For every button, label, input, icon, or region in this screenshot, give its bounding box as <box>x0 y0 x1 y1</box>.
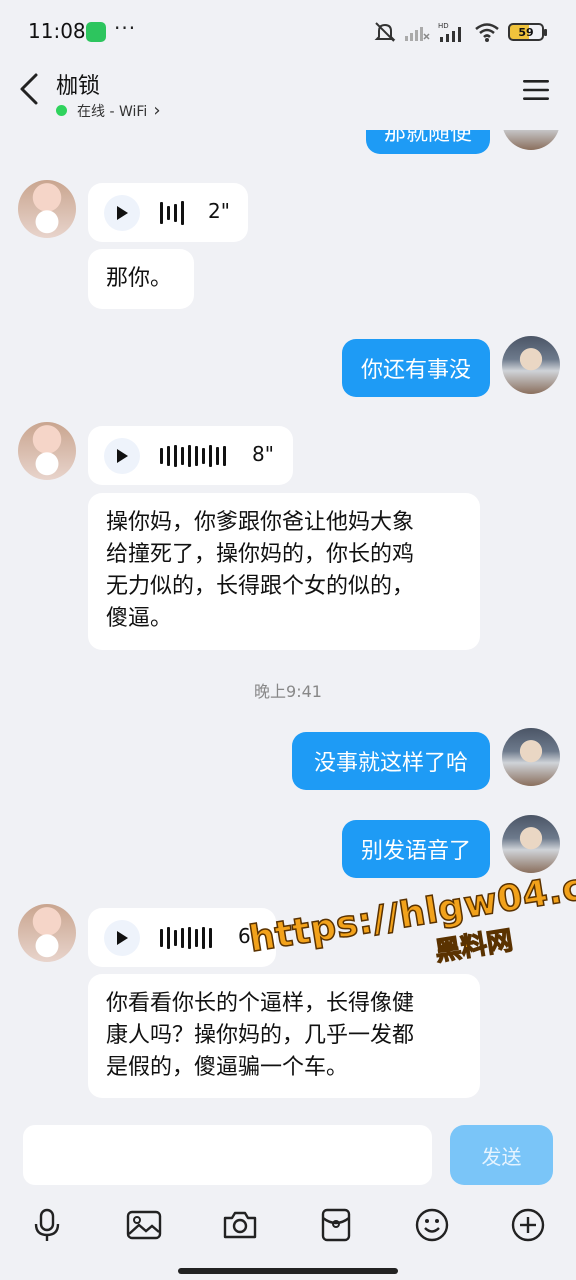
mute-bell-icon <box>374 22 396 42</box>
voice-message[interactable]: 2" <box>88 183 248 242</box>
online-status-text: 在线 - WiFi <box>77 103 148 120</box>
message-line: 是假的，傻逼骗一个车。 <box>106 1055 349 1080</box>
more-notifications-icon: ··· <box>114 16 137 40</box>
message-bubble-incoming[interactable]: 操你妈，你爹跟你爸让他妈大象 给撞死了，操你妈的，你长的鸡 无力似的，长得跟个女… <box>88 493 480 650</box>
contact-avatar[interactable] <box>18 180 76 238</box>
red-packet-icon <box>321 1208 351 1242</box>
message-bubble-outgoing[interactable]: 你还有事没 <box>342 339 490 397</box>
voice-message[interactable]: 8" <box>88 426 293 485</box>
image-icon <box>126 1210 162 1240</box>
menu-button[interactable] <box>522 78 550 102</box>
online-status[interactable]: 在线 - WiFi › <box>56 100 161 121</box>
chat-message-list[interactable]: 那就随便 2" 那你。 你还有事没 8" 操你妈，你爹跟你爸让他妈大象 给撞死了… <box>0 0 576 1110</box>
back-button[interactable] <box>18 72 46 112</box>
message-bubble-outgoing[interactable]: 没事就这样了哈 <box>292 732 490 790</box>
my-avatar[interactable] <box>502 728 560 786</box>
svg-text:HD: HD <box>438 22 449 30</box>
chevron-left-icon <box>20 73 38 105</box>
message-line: 康人吗？操你妈的，几乎一发都 <box>106 1023 415 1048</box>
signal-hd-icon: HD <box>438 22 461 42</box>
message-line: 操你妈，你爹跟你爸让他妈大象 <box>106 510 415 535</box>
my-avatar[interactable] <box>502 815 560 873</box>
play-icon[interactable] <box>104 438 140 474</box>
my-avatar[interactable] <box>502 336 560 394</box>
message-line: 你看看你长的个逼样，长得像健 <box>106 991 415 1016</box>
message-bubble-outgoing[interactable]: 别发语音了 <box>342 820 490 878</box>
wechat-notification-icon <box>86 22 106 42</box>
message-bubble-incoming[interactable]: 那你。 <box>88 249 194 309</box>
signal-weak-icon <box>405 27 430 41</box>
status-time: 11:08 <box>28 19 86 43</box>
voice-waveform-icon <box>160 926 212 950</box>
message-input[interactable] <box>23 1125 432 1185</box>
message-line: 给撞死了，操你妈的，你长的鸡 <box>106 542 415 567</box>
input-area: 发送 <box>0 1110 576 1280</box>
wifi-icon <box>475 23 499 42</box>
image-button[interactable] <box>119 1200 169 1250</box>
online-dot-icon <box>56 105 67 116</box>
voice-waveform-icon <box>160 201 184 225</box>
send-button[interactable]: 发送 <box>450 1125 553 1185</box>
voice-input-button[interactable] <box>22 1200 72 1250</box>
battery-level: 59 <box>518 25 534 39</box>
voice-duration: 2" <box>208 199 230 223</box>
voice-waveform-icon <box>160 444 226 468</box>
plus-icon <box>511 1208 545 1242</box>
chevron-right-icon: › <box>153 100 161 121</box>
timestamp-divider: 晚上9:41 <box>254 682 322 701</box>
status-bar: 11:08 ··· HD 59 <box>0 0 576 62</box>
contact-avatar[interactable] <box>18 904 76 962</box>
play-icon[interactable] <box>104 195 140 231</box>
play-icon[interactable] <box>104 920 140 956</box>
voice-duration: 6" <box>238 924 260 948</box>
input-toolbar <box>0 1200 576 1250</box>
message-text: 那你。 <box>106 266 173 291</box>
message-text: 你还有事没 <box>360 358 471 383</box>
status-icons: HD 59 <box>374 18 547 46</box>
message-line: 无力似的，长得跟个女的似的， <box>106 574 415 599</box>
emoji-icon <box>415 1208 449 1242</box>
home-indicator[interactable] <box>178 1268 398 1274</box>
message-text: 别发语音了 <box>360 839 471 864</box>
message-line: 傻逼。 <box>106 606 173 631</box>
voice-duration: 8" <box>252 442 274 466</box>
microphone-icon <box>34 1208 60 1241</box>
message-text: 没事就这样了哈 <box>313 751 468 776</box>
camera-button[interactable] <box>215 1200 265 1250</box>
more-options-button[interactable] <box>503 1200 553 1250</box>
voice-message[interactable]: 6" <box>88 908 276 967</box>
contact-avatar[interactable] <box>18 422 76 480</box>
emoji-button[interactable] <box>407 1200 457 1250</box>
hamburger-menu-icon <box>523 80 549 100</box>
camera-icon <box>223 1211 257 1239</box>
chat-header: 枷锁 在线 - WiFi › <box>0 62 576 130</box>
red-packet-button[interactable] <box>311 1200 361 1250</box>
battery-icon: 59 <box>508 23 547 41</box>
message-bubble-incoming[interactable]: 你看看你长的个逼样，长得像健 康人吗？操你妈的，几乎一发都 是假的，傻逼骗一个车… <box>88 974 480 1098</box>
contact-name[interactable]: 枷锁 <box>56 68 100 100</box>
